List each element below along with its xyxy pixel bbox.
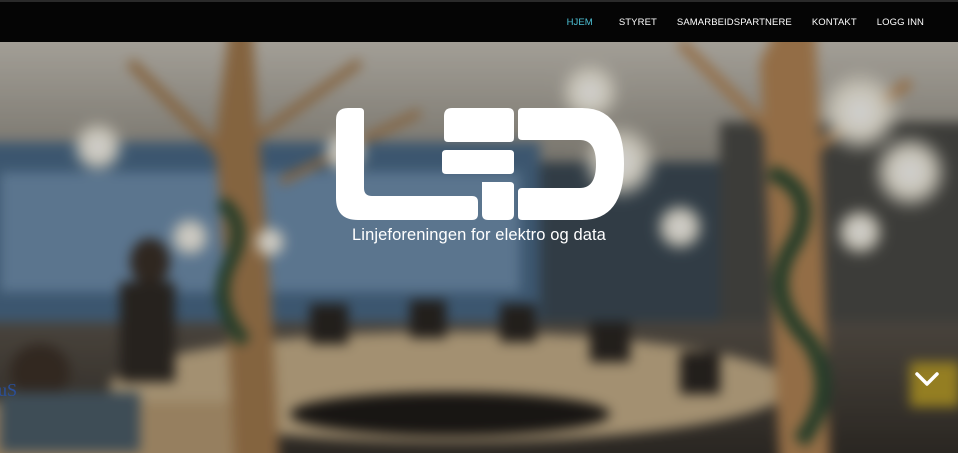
nav-item-hjem[interactable]: HJEM: [557, 17, 609, 28]
hero-tagline: Linjeforeningen for elektro og data: [352, 226, 606, 244]
led-logo: [336, 108, 624, 220]
corner-logo-text: uS: [0, 380, 17, 400]
corner-logo-fragment: uS: [0, 380, 17, 400]
nav-item-styret[interactable]: STYRET: [609, 17, 667, 28]
scroll-down-button[interactable]: [912, 368, 942, 390]
nav-item-logg-inn[interactable]: LOGG INN: [867, 17, 934, 28]
nav-menu: HJEM STYRET SAMARBEIDSPARTNERE KONTAKT L…: [557, 2, 934, 42]
top-navbar: HJEM STYRET SAMARBEIDSPARTNERE KONTAKT L…: [0, 0, 958, 42]
chevron-down-icon: [915, 372, 939, 386]
page: HJEM STYRET SAMARBEIDSPARTNERE KONTAKT L…: [0, 0, 958, 453]
hero-section: [0, 42, 958, 453]
nav-item-kontakt[interactable]: KONTAKT: [802, 17, 867, 28]
hero-dim-overlay: [0, 42, 958, 453]
nav-item-samarbeidspartnere[interactable]: SAMARBEIDSPARTNERE: [667, 17, 802, 28]
